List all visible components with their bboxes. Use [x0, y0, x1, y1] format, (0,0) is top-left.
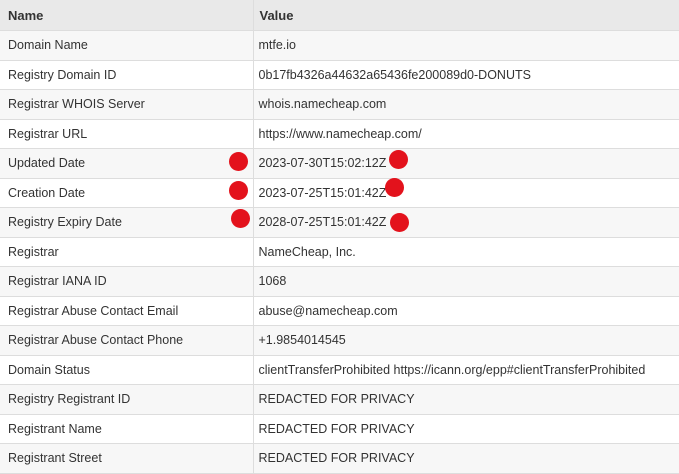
table-row: Registry Domain ID 0b17fb4326a44632a6543…: [0, 60, 679, 90]
row-value-cell: 1068: [253, 266, 679, 297]
row-name-cell: Registry Expiry Date: [0, 207, 254, 238]
red-marker-dot-expiry-right: [390, 213, 409, 232]
row-name-cell: Registrar Abuse Contact Email: [0, 296, 254, 326]
row-value-cell: REDACTED FOR PRIVACY: [253, 384, 679, 415]
row-value-cell: +1.9854014545: [253, 325, 679, 356]
row-value-cell: 2028-07-25T15:01:42Z: [253, 207, 679, 238]
row-value-cell: mtfe.io: [253, 30, 679, 61]
table-row: Registrant Street REDACTED FOR PRIVACY: [0, 443, 679, 474]
table-row: Registrar NameCheap, Inc.: [0, 237, 679, 267]
row-value-cell: https://www.namecheap.com/: [253, 119, 679, 149]
row-value-cell: REDACTED FOR PRIVACY: [253, 414, 679, 444]
row-value-cell: whois.namecheap.com: [253, 89, 679, 120]
table-row: Domain Name mtfe.io: [0, 30, 679, 61]
table-row: Registrar IANA ID 1068: [0, 266, 679, 297]
table-row: Registrar WHOIS Server whois.namecheap.c…: [0, 89, 679, 120]
row-name-cell: Registrar: [0, 237, 254, 267]
column-header-value: Value: [253, 0, 679, 31]
row-value-cell: abuse@namecheap.com: [253, 296, 679, 326]
row-value-cell: 0b17fb4326a44632a65436fe200089d0-DONUTS: [253, 60, 679, 90]
row-name-cell: Registrar IANA ID: [0, 266, 254, 297]
row-name-cell: Registry Domain ID: [0, 60, 254, 90]
table-row: Creation Date 2023-07-25T15:01:42Z: [0, 178, 679, 208]
row-name-cell: Registrar URL: [0, 119, 254, 149]
row-value-cell: 2023-07-30T15:02:12Z: [253, 148, 679, 179]
row-name-cell: Domain Name: [0, 30, 254, 61]
table-header-row: Name Value: [0, 0, 679, 31]
table-row: Registrant Name REDACTED FOR PRIVACY: [0, 414, 679, 444]
row-value-cell: REDACTED FOR PRIVACY: [253, 443, 679, 474]
table-row: Registrar Abuse Contact Phone +1.9854014…: [0, 325, 679, 356]
row-name-cell: Registrar WHOIS Server: [0, 89, 254, 120]
row-name-cell: Registrant Name: [0, 414, 254, 444]
row-value-cell: NameCheap, Inc.: [253, 237, 679, 267]
red-marker-dot-updated-right: [389, 150, 408, 169]
row-name-cell: Domain Status: [0, 355, 254, 385]
whois-table-container: Name Value Domain Name mtfe.io Registry …: [0, 0, 679, 474]
red-marker-dot-creation-left: [229, 181, 248, 200]
row-name-cell: Registry Registrant ID: [0, 384, 254, 415]
table-row: Registrar URL https://www.namecheap.com/: [0, 119, 679, 149]
column-header-name: Name: [0, 0, 254, 31]
row-name-cell: Registrar Abuse Contact Phone: [0, 325, 254, 356]
table-row: Updated Date 2023-07-30T15:02:12Z: [0, 148, 679, 179]
table-row: Registry Registrant ID REDACTED FOR PRIV…: [0, 384, 679, 415]
row-name-cell: Updated Date: [0, 148, 254, 179]
red-marker-dot-creation-right: [385, 178, 404, 197]
row-value-cell: clientTransferProhibited https://icann.o…: [253, 355, 679, 385]
table-row: Domain Status clientTransferProhibited h…: [0, 355, 679, 385]
whois-table: Name Value Domain Name mtfe.io Registry …: [0, 0, 679, 474]
table-row: Registry Expiry Date 2028-07-25T15:01:42…: [0, 207, 679, 238]
red-marker-dot-updated-left: [229, 152, 248, 171]
row-name-cell: Creation Date: [0, 178, 254, 208]
red-marker-dot-expiry-left: [231, 209, 250, 228]
table-row: Registrar Abuse Contact Email abuse@name…: [0, 296, 679, 326]
row-name-cell: Registrant Street: [0, 443, 254, 474]
row-value-cell: 2023-07-25T15:01:42Z: [253, 178, 679, 208]
